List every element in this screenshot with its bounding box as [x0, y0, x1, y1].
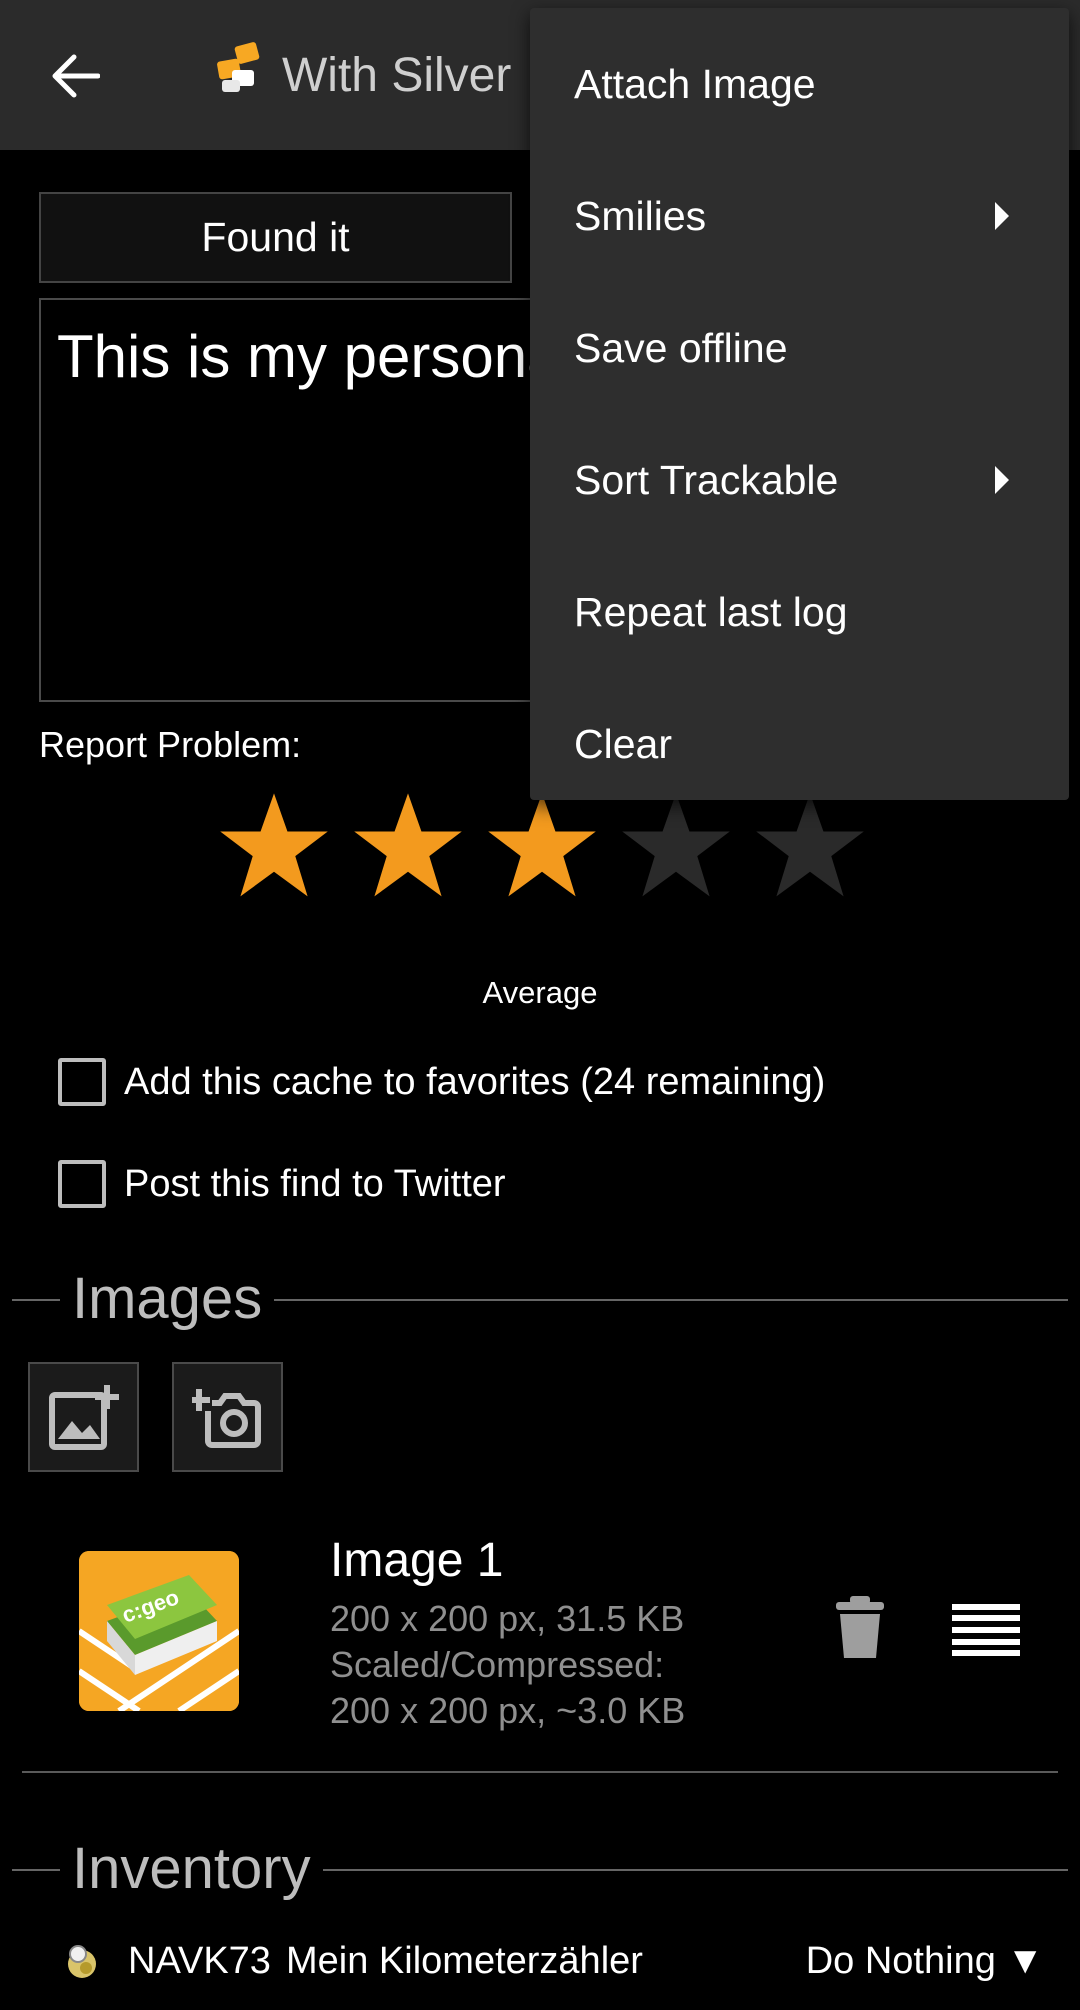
- trackable-action-dropdown[interactable]: Do Nothing ▼: [806, 1940, 1044, 1983]
- add-camera-icon: [191, 1389, 261, 1448]
- menu-item-label: Save offline: [574, 324, 788, 371]
- inventory-row: NAVK73 Mein Kilometerzähler Do Nothing ▼: [64, 1936, 1044, 1992]
- arrow-left-icon: [52, 54, 100, 98]
- menu-item-smilies[interactable]: Smilies: [530, 150, 1069, 282]
- star-filled-icon[interactable]: [218, 790, 330, 902]
- take-photo-button[interactable]: [172, 1362, 283, 1472]
- inventory-section-header: Inventory: [12, 1834, 1068, 1904]
- menu-item-label: Sort Trackable: [574, 456, 839, 503]
- image-scaled-label: Scaled/Compressed:: [330, 1644, 665, 1685]
- favorites-label: Add this cache to favorites (24 remainin…: [124, 1060, 826, 1103]
- submenu-arrow-icon: [995, 466, 1009, 494]
- twitter-checkbox-row[interactable]: Post this find to Twitter: [58, 1160, 506, 1208]
- star-filled-icon[interactable]: [352, 790, 464, 902]
- menu-item-label: Smilies: [574, 192, 707, 239]
- page-title: With Silver: [282, 49, 512, 102]
- report-problem-label[interactable]: Report Problem:: [39, 724, 301, 766]
- favorites-checkbox-row[interactable]: Add this cache to favorites (24 remainin…: [58, 1058, 825, 1106]
- list-divider: [22, 1771, 1058, 1773]
- drag-handle-icon[interactable]: [952, 1604, 1020, 1656]
- image-name: Image 1: [330, 1534, 504, 1587]
- menu-item-attach-image[interactable]: Attach Image: [530, 18, 1069, 150]
- add-image-button[interactable]: [28, 1362, 139, 1472]
- inventory-section-title: Inventory: [60, 1834, 323, 1904]
- log-type-button[interactable]: Found it: [39, 192, 512, 283]
- twitter-label: Post this find to Twitter: [124, 1162, 506, 1205]
- image-scaled-size: 200 x 200 px, ~3.0 KB: [330, 1690, 686, 1731]
- trackable-name: Mein Kilometerzähler: [286, 1940, 643, 1982]
- favorites-checkbox[interactable]: [58, 1058, 106, 1106]
- trackable-icon: [68, 1945, 96, 1978]
- add-photo-icon: [48, 1385, 119, 1450]
- image-info: 200 x 200 px, 31.5 KB Scaled/Compressed:…: [330, 1596, 685, 1734]
- submenu-arrow-icon: [995, 202, 1009, 230]
- menu-item-clear[interactable]: Clear: [530, 678, 1069, 810]
- menu-item-save-offline[interactable]: Save offline: [530, 282, 1069, 414]
- images-section-title: Images: [60, 1264, 275, 1334]
- image-thumbnail[interactable]: c:geo: [79, 1551, 239, 1711]
- trackable-code: NAVK73: [128, 1940, 271, 1982]
- rating-label: Average: [482, 975, 598, 1010]
- images-section-header: Images: [12, 1264, 1068, 1334]
- menu-item-label: Clear: [574, 720, 672, 767]
- cache-type-icon: [217, 42, 260, 92]
- overflow-menu: Attach Image Smilies Save offline Sort T…: [530, 8, 1069, 800]
- menu-item-label: Repeat last log: [574, 588, 848, 635]
- twitter-checkbox[interactable]: [58, 1160, 106, 1208]
- trash-icon[interactable]: [836, 1596, 884, 1660]
- back-button[interactable]: [40, 40, 112, 112]
- menu-item-sort-trackable[interactable]: Sort Trackable: [530, 414, 1069, 546]
- image-size: 200 x 200 px, 31.5 KB: [330, 1598, 685, 1639]
- menu-item-repeat-last-log[interactable]: Repeat last log: [530, 546, 1069, 678]
- cgeo-logo-icon: c:geo: [79, 1551, 239, 1711]
- menu-item-label: Attach Image: [574, 60, 816, 107]
